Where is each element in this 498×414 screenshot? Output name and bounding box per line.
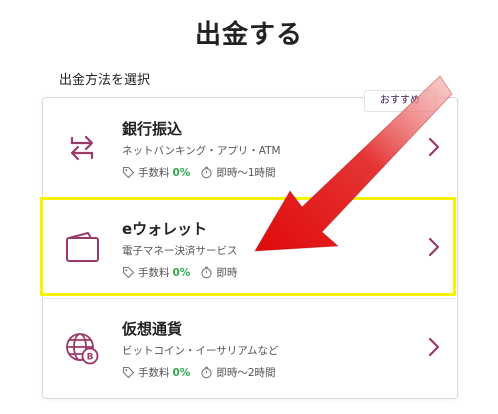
method-subtitle: ビットコイン・イーサリアムなど xyxy=(122,345,279,357)
method-meta: 手数料 0% 即時〜1時間 xyxy=(122,165,276,180)
page-title: 出金する xyxy=(194,20,303,50)
stopwatch-icon xyxy=(201,366,212,379)
fee-label: 手数料 xyxy=(138,167,170,179)
stopwatch-icon xyxy=(201,166,212,179)
tag-icon xyxy=(122,266,135,279)
bank-transfer-arrows-icon xyxy=(70,135,94,161)
processing-time: 即時〜2時間 xyxy=(216,367,276,379)
method-meta: 手数料 0% 即時 xyxy=(122,265,237,280)
method-bank-transfer[interactable]: 銀行振込 ネットバンキング・アプリ・ATM 手数料 0% 即時〜1時間 xyxy=(42,98,456,197)
processing-time: 即時 xyxy=(216,267,238,279)
fee-value: 0% xyxy=(172,366,191,379)
fee-value: 0% xyxy=(172,266,191,279)
chevron-right-icon xyxy=(428,137,440,157)
section-label: 出金方法を選択 xyxy=(59,73,151,88)
fee-label: 手数料 xyxy=(138,267,170,279)
crypto-globe-icon: B xyxy=(66,333,99,365)
method-subtitle: 電子マネー決済サービス xyxy=(122,245,238,257)
method-meta: 手数料 0% 即時〜2時間 xyxy=(122,365,276,380)
recommended-badge: おすすめ xyxy=(364,90,436,112)
chevron-right-icon xyxy=(428,337,440,357)
chevron-right-icon xyxy=(428,237,440,257)
stopwatch-icon xyxy=(201,266,212,279)
wallet-icon xyxy=(66,232,99,262)
tag-icon xyxy=(122,366,135,379)
method-name: eウォレット xyxy=(122,220,208,238)
fee-value: 0% xyxy=(172,166,191,179)
method-e-wallet[interactable]: eウォレット 電子マネー決済サービス 手数料 0% 即時 xyxy=(42,198,456,297)
method-crypto[interactable]: B 仮想通貨 ビットコイン・イーサリアムなど 手数料 0% 即時〜2時間 xyxy=(42,298,456,397)
fee-label: 手数料 xyxy=(138,367,170,379)
tag-icon xyxy=(122,166,135,179)
svg-text:B: B xyxy=(87,353,94,363)
method-subtitle: ネットバンキング・アプリ・ATM xyxy=(122,145,281,157)
method-name: 銀行振込 xyxy=(122,120,183,138)
processing-time: 即時〜1時間 xyxy=(216,167,276,179)
method-name: 仮想通貨 xyxy=(122,320,183,338)
